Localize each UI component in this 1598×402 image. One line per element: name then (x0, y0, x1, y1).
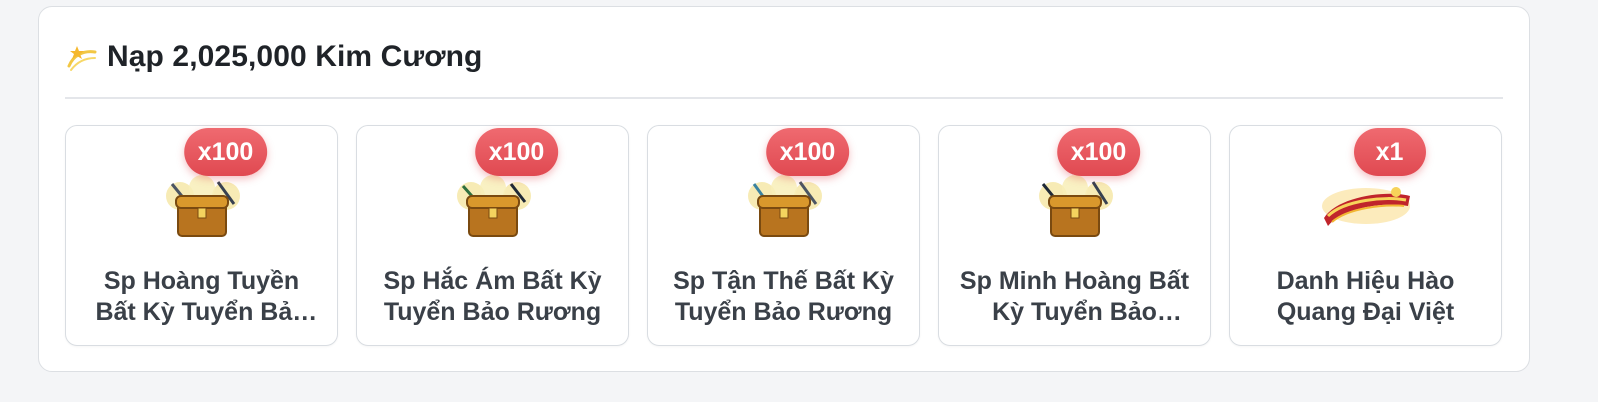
panel-header: Nạp 2,025,000 Kim Cương (65, 35, 482, 79)
treasure-chest-icon (1038, 175, 1113, 237)
reward-list: x100 Sp Hoàng Tuyền Bất Kỳ Tuyển Bảo Rươ… (65, 125, 1502, 346)
reward-card[interactable]: x100 Sp Hắc Ám Bất Kỳ Tuyển Bảo Rương (356, 125, 629, 346)
quantity-badge: x100 (183, 128, 268, 176)
divider (65, 97, 1503, 99)
reward-card[interactable]: x100 Sp Hoàng Tuyền Bất Kỳ Tuyển Bảo Rươ… (65, 125, 338, 346)
quantity-badge: x1 (1353, 128, 1426, 176)
reward-card[interactable]: x1 Danh Hiệu Hào Quang Đại Việt (1229, 125, 1502, 346)
reward-card[interactable]: x100 Sp Tận Thế Bất Kỳ Tuyển Bảo Rương (647, 125, 920, 346)
quantity-badge: x100 (474, 128, 559, 176)
quantity-badge: x100 (765, 128, 850, 176)
quantity-badge: x100 (1056, 128, 1141, 176)
reward-card[interactable]: x100 Sp Minh Hoàng Bất Kỳ Tuyển Bảo Rươn… (938, 125, 1211, 346)
reward-name: Sp Minh Hoàng Bất Kỳ Tuyển Bảo Rương (959, 267, 1190, 326)
reward-name: Danh Hiệu Hào Quang Đại Việt (1276, 267, 1455, 326)
title-banner-icon (1321, 187, 1410, 226)
page-title: Nạp 2,025,000 Kim Cương (107, 40, 483, 73)
reward-panel: Nạp 2,025,000 Kim Cương x100 Sp Hoàng Tu… (38, 6, 1530, 372)
reward-name: Sp Hắc Ám Bất Kỳ Tuyển Bảo Rương (383, 267, 602, 326)
reward-name: Sp Tận Thế Bất Kỳ Tuyển Bảo Rương (673, 267, 894, 326)
treasure-chest-icon (747, 175, 822, 237)
treasure-chest-icon (165, 175, 240, 237)
dizzy-star-icon (67, 46, 97, 71)
reward-name: Sp Hoàng Tuyền Bất Kỳ Tuyển Bảo Rương (95, 267, 308, 326)
treasure-chest-icon (456, 175, 531, 237)
